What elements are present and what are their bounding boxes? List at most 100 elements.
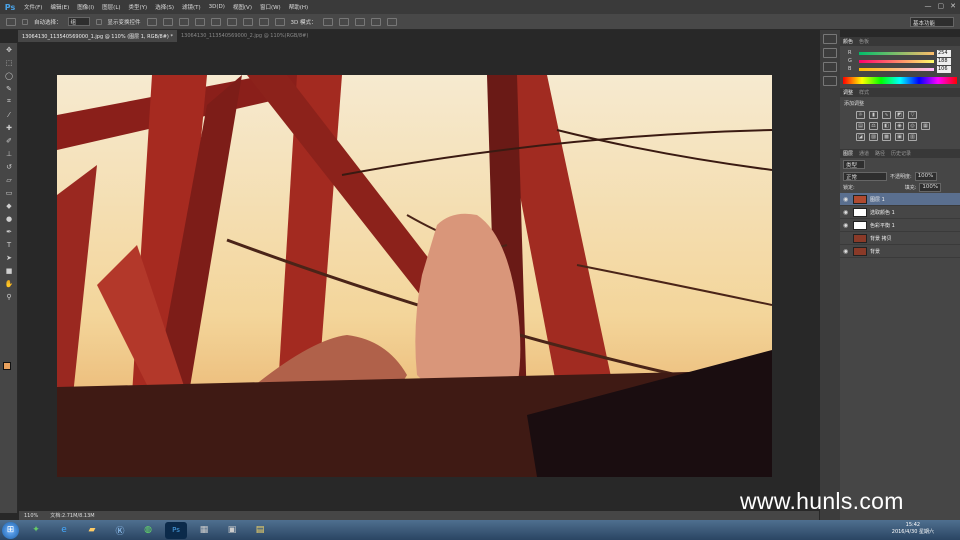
layer-row[interactable]: ◉ 图层 1 bbox=[840, 193, 960, 206]
align-left-icon[interactable] bbox=[194, 17, 205, 26]
align-middle-icon[interactable] bbox=[162, 17, 173, 26]
show-transform-checkbox[interactable] bbox=[95, 18, 102, 25]
eyedropper-tool-icon[interactable]: ⁄ bbox=[0, 108, 18, 121]
color-lookup-icon[interactable]: ▦ bbox=[921, 122, 930, 130]
photoshop-taskbar-icon[interactable]: Ps bbox=[165, 521, 187, 539]
curves-icon[interactable]: ∿ bbox=[882, 111, 891, 119]
zoom-tool-icon[interactable]: ⚲ bbox=[0, 290, 18, 303]
layer-row[interactable]: ◉ 选取颜色 1 bbox=[840, 206, 960, 219]
slider-g[interactable]: G 188 bbox=[840, 57, 960, 65]
move-tool-icon[interactable] bbox=[6, 17, 16, 26]
path-select-tool-icon[interactable]: ➤ bbox=[0, 251, 18, 264]
menu-image[interactable]: 图像(I) bbox=[73, 3, 98, 11]
menu-view[interactable]: 视图(V) bbox=[229, 3, 256, 11]
window-app-icon[interactable]: ▣ bbox=[221, 522, 243, 539]
selective-color-icon[interactable]: ▣ bbox=[895, 133, 904, 141]
start-button-icon[interactable]: ⊞ bbox=[2, 521, 19, 539]
tab-adjustments[interactable]: 调整 bbox=[843, 89, 853, 96]
slider-r[interactable]: R 254 bbox=[840, 49, 960, 57]
type-tool-icon[interactable]: T bbox=[0, 238, 18, 251]
align-right-icon[interactable] bbox=[226, 17, 237, 26]
distribute-top-icon[interactable] bbox=[242, 17, 253, 26]
marquee-tool-icon[interactable]: ⬚ bbox=[0, 56, 18, 69]
layer-row[interactable]: ◉ 色彩平衡 1 bbox=[840, 219, 960, 232]
tab-layers[interactable]: 图层 bbox=[843, 150, 853, 157]
foreground-color-swatch[interactable] bbox=[3, 362, 11, 370]
menu-3d[interactable]: 3D(D) bbox=[205, 4, 229, 10]
gradient-map-icon[interactable]: ▥ bbox=[908, 133, 917, 141]
canvas-area[interactable] bbox=[19, 43, 819, 510]
opacity-input[interactable]: 100% bbox=[914, 172, 937, 181]
distribute-middle-icon[interactable] bbox=[258, 17, 269, 26]
align-bottom-icon[interactable] bbox=[178, 17, 189, 26]
tab-swatches[interactable]: 色板 bbox=[859, 38, 869, 45]
minimize-icon[interactable]: — bbox=[925, 2, 932, 10]
tab-history[interactable]: 历史记录 bbox=[891, 150, 911, 157]
quick-select-tool-icon[interactable]: ✎ bbox=[0, 82, 18, 95]
notes-app-icon[interactable]: ▤ bbox=[249, 522, 271, 539]
vibrance-icon[interactable]: ▽ bbox=[908, 111, 917, 119]
move-tool-icon[interactable]: ✥ bbox=[0, 43, 18, 56]
color-spectrum[interactable] bbox=[843, 77, 957, 84]
eye-icon[interactable]: ◉ bbox=[843, 248, 850, 255]
character-panel-icon[interactable] bbox=[823, 76, 837, 86]
pan-3d-icon[interactable] bbox=[354, 17, 365, 26]
browser-360-icon[interactable]: ◍ bbox=[137, 522, 159, 539]
color-balance-icon[interactable]: ⚖ bbox=[869, 122, 878, 130]
eye-icon[interactable]: ◉ bbox=[843, 196, 850, 203]
menu-edit[interactable]: 编辑(E) bbox=[46, 3, 73, 11]
black-white-icon[interactable]: ◧ bbox=[882, 122, 891, 130]
posterize-icon[interactable]: ▨ bbox=[869, 133, 878, 141]
auto-select-checkbox[interactable] bbox=[22, 18, 28, 25]
scale-3d-icon[interactable] bbox=[386, 17, 397, 26]
menu-layer[interactable]: 图层(L) bbox=[98, 3, 124, 11]
brush-panel-icon[interactable] bbox=[823, 62, 837, 72]
photo-filter-icon[interactable]: ◉ bbox=[895, 122, 904, 130]
tab-channels[interactable]: 通道 bbox=[859, 150, 869, 157]
threshold-icon[interactable]: ▩ bbox=[882, 133, 891, 141]
blend-mode-dropdown[interactable]: 正常 bbox=[843, 172, 887, 181]
ie-browser-icon[interactable]: e bbox=[53, 522, 75, 539]
layer-row[interactable]: 背景 拷贝 bbox=[840, 232, 960, 245]
shape-tool-icon[interactable]: ■ bbox=[0, 264, 18, 277]
crop-tool-icon[interactable]: ⌗ bbox=[0, 95, 18, 108]
history-brush-tool-icon[interactable]: ↺ bbox=[0, 160, 18, 173]
menu-type[interactable]: 类型(Y) bbox=[125, 3, 152, 11]
eye-icon[interactable]: ◉ bbox=[843, 209, 850, 216]
stamp-tool-icon[interactable]: ⊥ bbox=[0, 147, 18, 160]
close-icon[interactable]: ✕ bbox=[950, 2, 956, 10]
video-app-icon[interactable]: ▦ bbox=[193, 522, 215, 539]
healing-tool-icon[interactable]: ✚ bbox=[0, 121, 18, 134]
tab-color[interactable]: 颜色 bbox=[843, 38, 853, 45]
kugou-icon[interactable]: Ⓚ bbox=[109, 522, 131, 539]
align-center-icon[interactable] bbox=[210, 17, 221, 26]
pen-tool-icon[interactable]: ✒ bbox=[0, 225, 18, 238]
layer-kind-filter[interactable]: 类型 bbox=[843, 160, 865, 169]
history-panel-icon[interactable] bbox=[823, 34, 837, 44]
tab-document-1[interactable]: 13064130_113540569000_1.jpg @ 110% (图层 1… bbox=[18, 30, 177, 42]
exposure-icon[interactable]: ◩ bbox=[895, 111, 904, 119]
tab-paths[interactable]: 路径 bbox=[875, 150, 885, 157]
menu-help[interactable]: 帮助(H) bbox=[285, 3, 312, 11]
eye-icon[interactable]: ◉ bbox=[843, 222, 850, 229]
menu-select[interactable]: 选择(S) bbox=[151, 3, 178, 11]
zoom-level[interactable]: 110% bbox=[24, 513, 38, 519]
layer-row[interactable]: ◉ 背景 bbox=[840, 245, 960, 258]
slide-3d-icon[interactable] bbox=[370, 17, 381, 26]
eraser-tool-icon[interactable]: ▱ bbox=[0, 173, 18, 186]
lasso-tool-icon[interactable]: ◯ bbox=[0, 69, 18, 82]
menu-filter[interactable]: 滤镜(T) bbox=[178, 3, 205, 11]
auto-select-dropdown[interactable]: 组 bbox=[67, 17, 90, 26]
hand-tool-icon[interactable]: ✋ bbox=[0, 277, 18, 290]
tab-document-2[interactable]: 13064130_113540569000_2.jpg @ 110%(RGB/8… bbox=[177, 30, 312, 42]
invert-icon[interactable]: ◪ bbox=[856, 133, 865, 141]
properties-panel-icon[interactable] bbox=[823, 48, 837, 58]
maximize-icon[interactable]: ▢ bbox=[938, 2, 945, 10]
levels-icon[interactable]: ▮ bbox=[869, 111, 878, 119]
workspace-dropdown[interactable]: 基本功能 bbox=[910, 17, 954, 27]
menu-file[interactable]: 文件(F) bbox=[20, 3, 46, 11]
brush-tool-icon[interactable]: ✐ bbox=[0, 134, 18, 147]
security-app-icon[interactable]: ✦ bbox=[25, 522, 47, 539]
dodge-tool-icon[interactable]: ● bbox=[0, 212, 18, 225]
align-top-icon[interactable] bbox=[146, 17, 157, 26]
